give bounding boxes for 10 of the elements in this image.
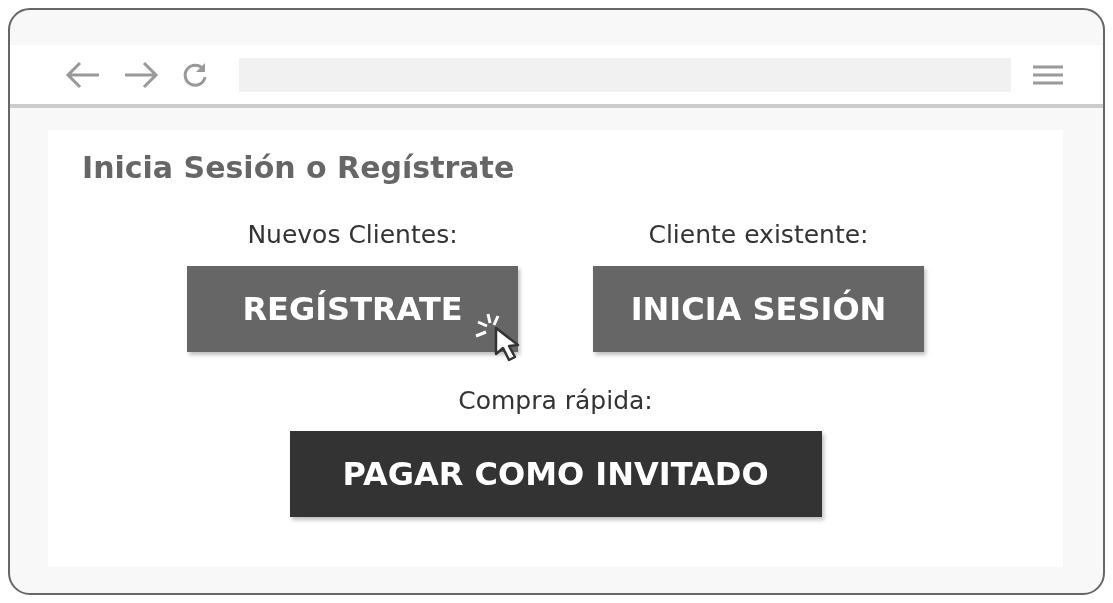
forward-icon[interactable] [123,60,159,89]
section-label: Compra rápida: [458,384,653,417]
guest-checkout-button[interactable]: PAGAR COMO INVITADO [289,431,822,517]
section-label: Cliente existente: [648,219,869,251]
menu-icon[interactable] [1033,63,1063,86]
account-button[interactable]: INICIA SESIÓN [593,265,924,352]
section-label: Nuevos Clientes: [247,219,458,251]
account-button[interactable]: REGÍSTRATE [187,265,518,352]
page-title: Inicia Sesión o Regístrate [82,150,516,186]
back-icon[interactable] [65,60,101,89]
